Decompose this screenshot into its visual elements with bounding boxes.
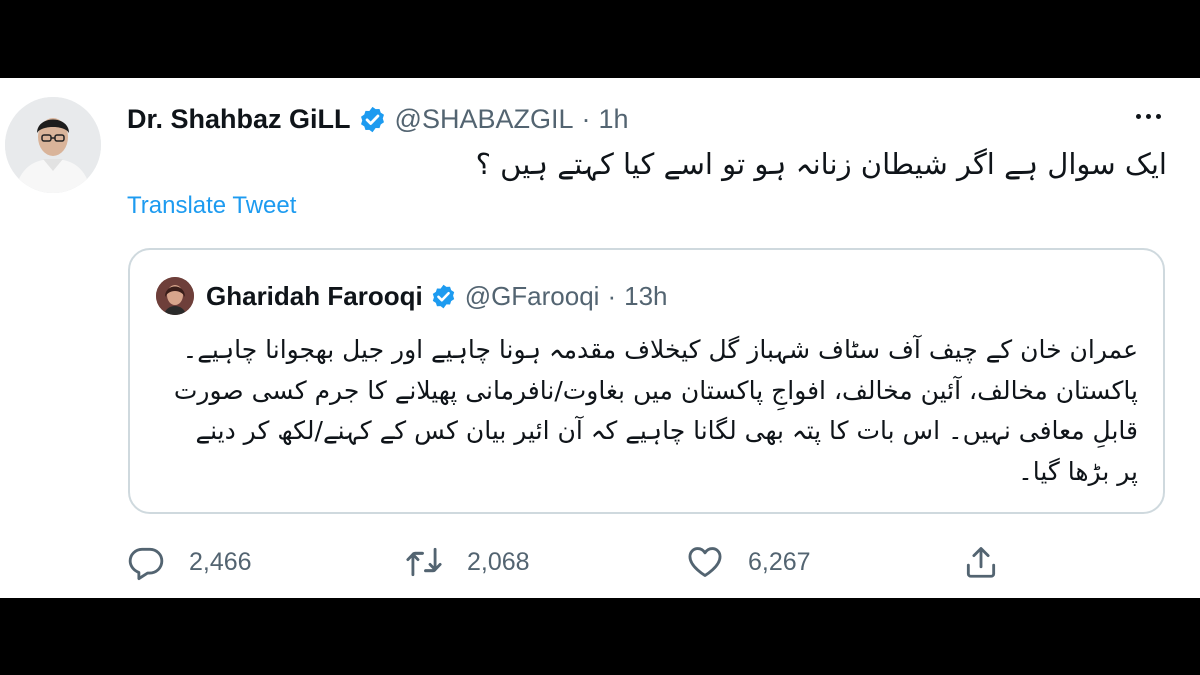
quoted-tweet-time[interactable]: 13h — [624, 281, 667, 312]
reply-count: 2,466 — [189, 547, 252, 576]
more-options-icon[interactable] — [1130, 102, 1166, 130]
tweet-card: Dr. Shahbaz GiLL @SHABAZGIL · 1h ایک سوا… — [0, 78, 1200, 598]
quoted-author-name[interactable]: Gharidah Farooqi — [206, 281, 423, 312]
like-count: 6,267 — [748, 547, 811, 576]
avatar[interactable] — [5, 97, 101, 193]
reply-icon — [128, 547, 164, 581]
translate-tweet-link[interactable]: Translate Tweet — [127, 192, 296, 220]
verified-badge-icon — [432, 284, 454, 308]
tweet-header: Dr. Shahbaz GiLL @SHABAZGIL · 1h — [127, 99, 629, 139]
share-button[interactable] — [962, 540, 1000, 584]
tweet-text: ایک سوال ہے اگر شیطان زنانہ ہو تو اسے کی… — [475, 147, 1167, 181]
quoted-tweet[interactable]: Gharidah Farooqi @GFarooqi · 13h عمران خ… — [128, 248, 1165, 514]
letterbox-top — [0, 0, 1200, 78]
letterbox-bottom — [0, 598, 1200, 675]
like-icon — [688, 547, 722, 577]
retweet-icon — [406, 547, 442, 577]
share-icon — [966, 547, 996, 578]
author-name[interactable]: Dr. Shahbaz GiLL — [127, 104, 351, 135]
quoted-tweet-text: عمران خان کے چیف آف سٹاف شہباز گل کیخلاف… — [173, 335, 1138, 486]
like-button[interactable]: 6,267 — [686, 540, 811, 584]
tweet-actions: 2,466 2,068 6,267 — [127, 540, 1167, 584]
reply-button[interactable]: 2,466 — [127, 540, 252, 584]
separator-dot: · — [607, 280, 617, 311]
separator-dot: · — [581, 103, 591, 134]
author-handle[interactable]: @SHABAZGIL — [395, 104, 574, 135]
tweet-time[interactable]: 1h — [599, 104, 629, 135]
quoted-avatar[interactable] — [156, 277, 194, 315]
quoted-author-handle[interactable]: @GFarooqi — [465, 281, 600, 312]
quoted-tweet-header: Gharidah Farooqi @GFarooqi · 13h — [156, 277, 668, 315]
retweet-button[interactable]: 2,068 — [405, 540, 530, 584]
verified-badge-icon — [360, 106, 384, 132]
retweet-count: 2,068 — [467, 547, 530, 576]
